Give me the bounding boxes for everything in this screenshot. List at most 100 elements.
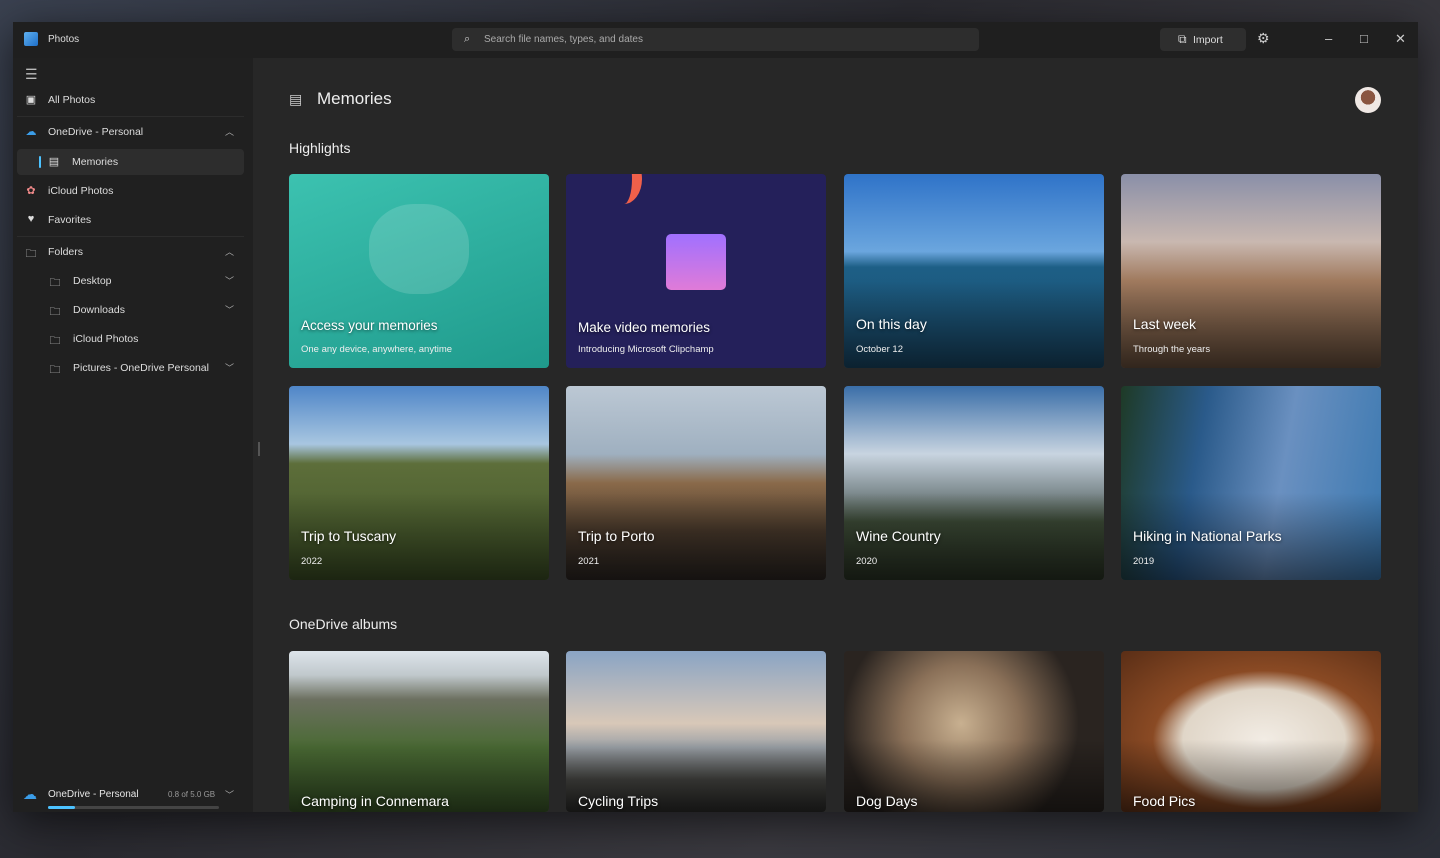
card-title: Wine Country <box>856 528 941 544</box>
card-wine-country[interactable]: Wine Country 2020 <box>844 386 1104 580</box>
album-title: Food Pics <box>1133 793 1196 809</box>
search-input[interactable]: ⌕ Search file names, types, and dates <box>452 28 979 51</box>
album-title: Cycling Trips <box>578 793 659 809</box>
label: OneDrive - Personal <box>48 126 144 138</box>
label: Folders <box>48 246 84 258</box>
album-food-pics[interactable]: Food Pics <box>1121 651 1381 812</box>
cloud-icon: ☁ <box>25 126 37 138</box>
chevron-down-icon[interactable]: ﹀ <box>225 274 234 287</box>
folder-icon: 🗀 <box>49 335 61 347</box>
card-subtitle: 2022 <box>301 556 323 567</box>
avatar[interactable] <box>1355 87 1381 113</box>
card-title: Make video memories <box>578 320 711 335</box>
card-trip-tuscany[interactable]: Trip to Tuscany 2022 <box>289 386 549 580</box>
album-dog-days[interactable]: Dog Days <box>844 651 1104 812</box>
label: iCloud Photos <box>48 185 114 197</box>
label: Pictures - OneDrive Personal <box>73 362 209 374</box>
decoration <box>606 174 642 204</box>
icloud-icon: ✿ <box>26 185 36 197</box>
sidebar-item-folders[interactable]: 🗀 Folders ︿ <box>17 239 244 265</box>
card-title: On this day <box>856 316 927 332</box>
sidebar-item-memories[interactable]: ▤ Memories <box>17 149 244 175</box>
card-subtitle: Introducing Microsoft Clipchamp <box>578 344 714 355</box>
divider <box>17 236 244 237</box>
memories-icon: ▤ <box>289 91 303 107</box>
settings-icon[interactable]: ⚙ <box>1257 30 1270 47</box>
card-subtitle: 2021 <box>578 556 600 567</box>
close-button[interactable]: ✕ <box>1395 31 1406 47</box>
album-title: Dog Days <box>856 793 918 809</box>
title-bar: Photos ⌕ Search file names, types, and da… <box>13 22 1418 58</box>
selection-indicator <box>39 156 41 168</box>
sidebar: ☰ ▣ All Photos ☁ OneDrive - Personal ︿ ▤ Mem… <box>13 58 253 812</box>
sidebar-item-icloud[interactable]: ✿ iCloud Photos <box>17 178 244 204</box>
label: Desktop <box>73 275 112 287</box>
chevron-down-icon[interactable]: ﹀ <box>225 361 234 374</box>
sidebar-item-icloud-folder[interactable]: 🗀 iCloud Photos <box>17 326 244 352</box>
sidebar-item-onedrive[interactable]: ☁ OneDrive - Personal ︿ <box>17 119 244 145</box>
search-icon: ⌕ <box>464 33 471 45</box>
memories-icon: ▤ <box>48 156 60 168</box>
photos-app-icon <box>24 32 38 46</box>
import-label: Import <box>1193 34 1223 46</box>
storage-bar <box>48 806 219 809</box>
card-title: Trip to Tuscany <box>301 528 397 544</box>
sidebar-item-all-photos[interactable]: ▣ All Photos <box>17 87 244 113</box>
album-camping-connemara[interactable]: Camping in Connemara <box>289 651 549 812</box>
sidebar-item-downloads[interactable]: 🗀 Downloads ﹀ <box>17 297 244 323</box>
storage-size: 0.8 of 5.0 GB <box>168 790 216 799</box>
chevron-down-icon[interactable]: ﹀ <box>225 788 234 801</box>
highlights-heading: Highlights <box>289 140 351 156</box>
card-hiking-national-parks[interactable]: Hiking in National Parks 2019 <box>1121 386 1381 580</box>
menu-icon[interactable]: ☰ <box>25 66 38 83</box>
album-cycling-trips[interactable]: Cycling Trips <box>566 651 826 812</box>
folder-icon: 🗀 <box>25 248 37 260</box>
chevron-up-icon[interactable]: ︿ <box>225 245 234 258</box>
card-trip-porto[interactable]: Trip to Porto 2021 <box>566 386 826 580</box>
card-on-this-day[interactable]: On this day October 12 <box>844 174 1104 368</box>
import-button[interactable]: ⧉ Import <box>1160 28 1246 51</box>
card-title: Hiking in National Parks <box>1133 528 1282 544</box>
sidebar-item-pictures[interactable]: 🗀 Pictures - OneDrive Personal ﹀ <box>17 355 244 381</box>
card-title: Trip to Porto <box>578 528 655 544</box>
label: Memories <box>72 156 119 168</box>
sidebar-item-favorites[interactable]: ♥ Favorites <box>17 207 244 233</box>
label: All Photos <box>48 94 96 106</box>
sidebar-item-desktop[interactable]: 🗀 Desktop ﹀ <box>17 268 244 294</box>
card-subtitle: 2019 <box>1133 556 1155 567</box>
clipchamp-icon <box>666 234 726 290</box>
storage-label: OneDrive - Personal <box>48 789 139 800</box>
photo-icon: ▣ <box>25 94 37 106</box>
chevron-up-icon[interactable]: ︿ <box>225 125 234 138</box>
folder-icon: 🗀 <box>49 277 61 289</box>
card-subtitle: October 12 <box>856 344 903 355</box>
card-subtitle: Through the years <box>1133 344 1211 355</box>
import-icon: ⧉ <box>1178 32 1187 46</box>
card-subtitle: One any device, anywhere, anytime <box>301 344 453 355</box>
heart-icon: ♥ <box>27 213 35 225</box>
label: iCloud Photos <box>73 333 139 345</box>
storage-indicator[interactable]: ☁ OneDrive - Personal 0.8 of 5.0 GB ﹀ <box>13 778 253 812</box>
folder-icon: 🗀 <box>49 306 61 318</box>
illustration <box>369 204 469 294</box>
maximize-button[interactable]: □ <box>1360 31 1368 46</box>
app-title: Photos <box>48 34 80 45</box>
storage-bar-fill <box>48 806 76 809</box>
page-title: Memories <box>317 89 392 108</box>
photos-window: Photos ⌕ Search file names, types, and da… <box>13 22 1418 812</box>
divider <box>17 116 244 117</box>
search-placeholder: Search file names, types, and dates <box>484 34 643 45</box>
card-video-memories[interactable]: Make video memories Introducing Microsof… <box>566 174 826 368</box>
cloud-icon: ☁ <box>23 786 37 802</box>
label: Favorites <box>48 214 92 226</box>
label: Downloads <box>73 304 125 316</box>
card-subtitle: 2020 <box>856 556 878 567</box>
card-last-week[interactable]: Last week Through the years <box>1121 174 1381 368</box>
onedrive-albums-heading: OneDrive albums <box>289 616 398 632</box>
minimize-button[interactable]: – <box>1325 31 1332 46</box>
chevron-down-icon[interactable]: ﹀ <box>225 303 234 316</box>
card-title: Last week <box>1133 316 1197 332</box>
card-title: Access your memories <box>301 318 438 333</box>
card-access-memories[interactable]: Access your memories One any device, any… <box>289 174 549 368</box>
folder-icon: 🗀 <box>49 364 61 376</box>
